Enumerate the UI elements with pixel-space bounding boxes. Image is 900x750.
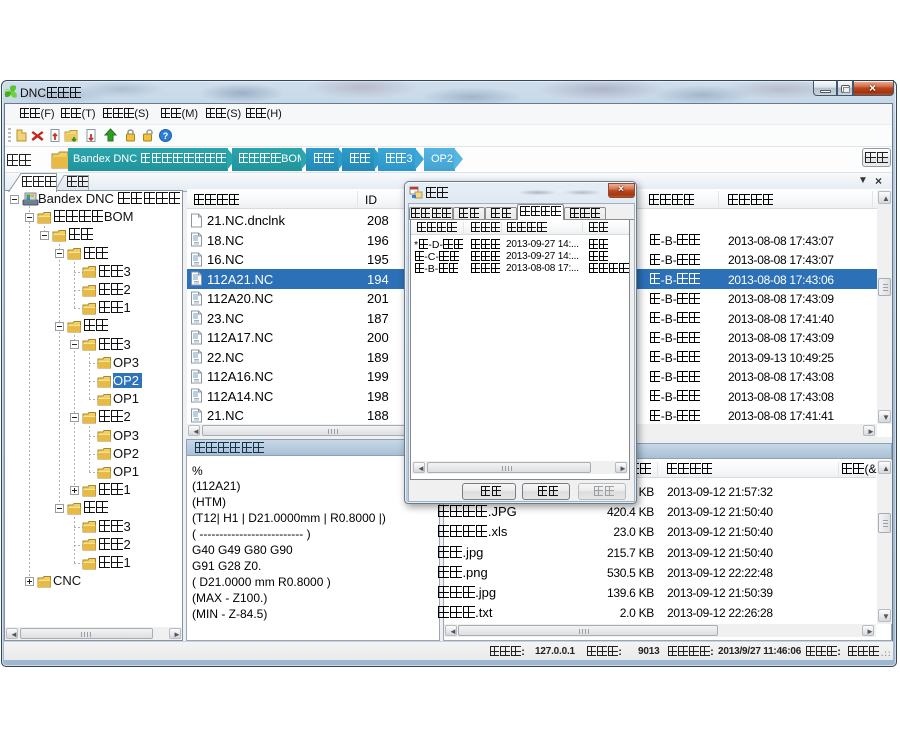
- svg-text:?: ?: [163, 131, 169, 141]
